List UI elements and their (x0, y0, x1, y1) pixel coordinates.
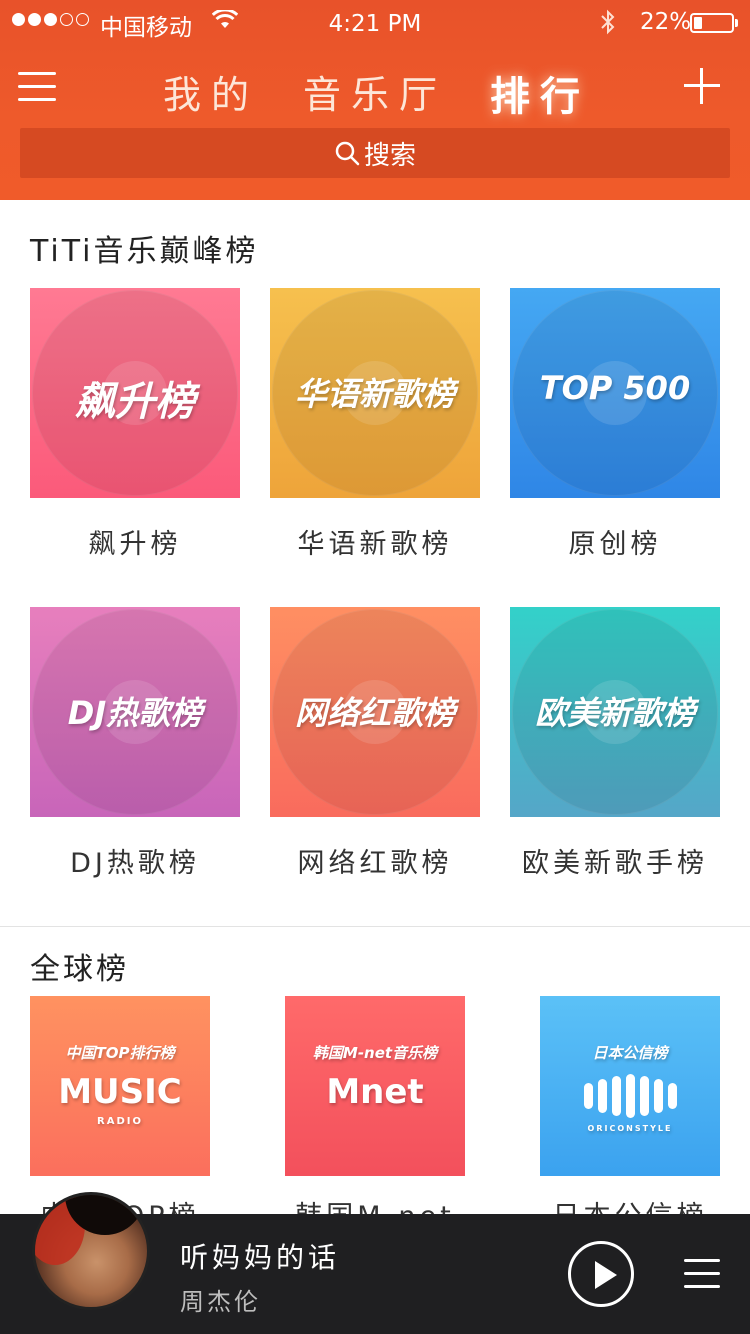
chart-label: 飙升榜 (88, 529, 182, 560)
search-bar[interactable]: 搜索 (20, 128, 730, 178)
bluetooth-icon (601, 9, 615, 35)
chart-cover: 日本公信榜 ORICONSTYLE (540, 996, 720, 1176)
chart-cover-title: 飙升榜 (75, 379, 195, 425)
chart-cover: DJ热歌榜 (30, 607, 240, 817)
chart-cover-title: DJ热歌榜 (67, 694, 203, 732)
battery-icon (690, 13, 738, 33)
battery-level-fill (694, 17, 702, 29)
search-icon (335, 141, 360, 166)
chart-cover-subtext: RADIO (97, 1116, 143, 1127)
chart-label: 华语新歌榜 (297, 529, 453, 560)
tab-mine[interactable]: 我的 (163, 64, 259, 119)
album-avatar[interactable] (32, 1192, 150, 1310)
chart-cover-caption: 日本公信榜 (592, 1044, 668, 1062)
search-label: 搜索 (363, 140, 416, 171)
chart-cover-title: 欧美新歌榜 (534, 694, 695, 732)
tab-ranking[interactable]: 排行 (490, 64, 590, 122)
global-chart-tile[interactable]: 韩国M-net音乐榜Mnet韩国M-net榜 (285, 996, 465, 1271)
song-artist: 周杰伦 (180, 1288, 261, 1316)
chart-cover: 网络红歌榜 (270, 607, 480, 817)
chart-cover: 中国TOP排行榜 MUSIC RADIO (30, 996, 210, 1176)
global-chart-tile[interactable]: 日本公信榜 ORICONSTYLE日本公信榜 (540, 996, 720, 1236)
top-nav: 我的 音乐厅 排行 (0, 54, 750, 124)
chart-cover-title: 网络红歌榜 (294, 694, 455, 732)
chart-cover: 华语新歌榜 (270, 288, 480, 498)
oricon-logo-icon (540, 1074, 720, 1118)
section-divider (0, 926, 750, 927)
app-header: 中国移动 4:21 PM 22% 我的 音乐厅 排行 搜索 (0, 0, 750, 200)
peak-chart-tile[interactable]: 欧美新歌榜欧美新歌手榜 (510, 607, 720, 887)
plus-icon[interactable] (684, 68, 720, 104)
chart-cover-logo: MUSIC (58, 1072, 182, 1112)
chart-cover: 韩国M-net音乐榜 Mnet (285, 996, 465, 1176)
tab-music-hall[interactable]: 音乐厅 (303, 64, 447, 119)
chart-label: 原创榜 (568, 529, 662, 560)
chart-label: 网络红歌榜 (297, 848, 453, 879)
peak-chart-tile[interactable]: DJ热歌榜 DJ热歌榜 (30, 607, 240, 887)
chart-cover-title: TOP 500 (539, 369, 691, 407)
global-section-title: 全球榜 (30, 952, 129, 987)
chart-cover-subtext: ORICONSTYLE (587, 1124, 673, 1133)
song-title: 听妈妈的话 (180, 1241, 341, 1274)
peak-chart-tile[interactable]: 华语新歌榜 华语新歌榜 (270, 288, 480, 568)
chart-cover-title: 华语新歌榜 (294, 375, 455, 413)
chart-cover: 飙升榜 (30, 288, 240, 498)
peak-chart-tile[interactable]: 飙升榜 飙升榜 (30, 288, 240, 568)
chart-cover-caption: 韩国M-net音乐榜 (312, 1044, 438, 1062)
play-icon[interactable] (568, 1241, 634, 1307)
peak-section-title: TiTi音乐巅峰榜 (30, 234, 259, 269)
battery-percent: 22% (640, 9, 692, 35)
chart-cover: TOP 500 (510, 288, 720, 498)
menu-icon[interactable] (18, 72, 56, 102)
peak-chart-tile[interactable]: TOP 500 原创榜 (510, 288, 720, 568)
chart-cover-logo: Mnet (326, 1072, 424, 1112)
status-time: 4:21 PM (328, 11, 422, 37)
chart-cover-caption: 中国TOP排行榜 (65, 1044, 175, 1062)
playlist-icon[interactable] (684, 1259, 720, 1289)
status-bar: 中国移动 4:21 PM 22% (0, 0, 750, 44)
chart-label: DJ热歌榜 (70, 848, 200, 879)
chart-label: 欧美新歌手榜 (522, 848, 708, 879)
peak-chart-tile[interactable]: 网络红歌榜 网络红歌榜 (270, 607, 480, 887)
chart-cover: 欧美新歌榜 (510, 607, 720, 817)
